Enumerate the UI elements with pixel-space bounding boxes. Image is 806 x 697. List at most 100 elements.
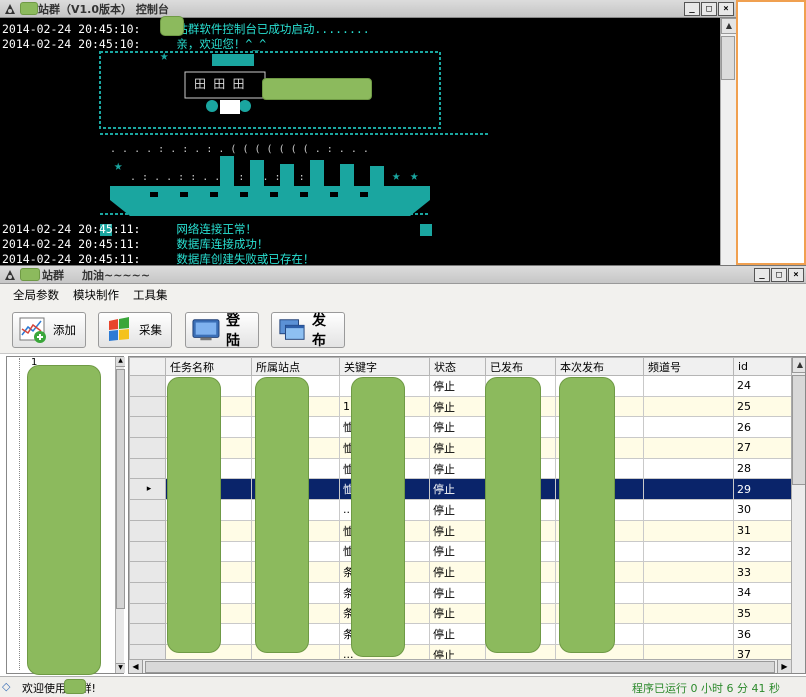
row-header[interactable] — [129, 395, 166, 418]
collect-button[interactable]: 采集 — [98, 312, 172, 348]
scroll-up-arrow-icon[interactable]: ▲ — [116, 357, 125, 367]
grid-vertical-scrollbar[interactable]: ▲ — [791, 357, 805, 673]
table-row[interactable]: ... 停止 30 — [129, 499, 792, 521]
column-header[interactable]: 关键字 — [339, 357, 430, 376]
scroll-down-arrow-icon[interactable]: ▼ — [116, 663, 125, 673]
row-header[interactable] — [129, 416, 166, 439]
scroll-thumb[interactable] — [116, 369, 125, 609]
cell-id[interactable]: 24 — [733, 375, 792, 397]
table-row[interactable]: 恤...停止27 — [129, 437, 792, 459]
cell-status[interactable]: 停止 — [429, 499, 486, 521]
add-button[interactable]: 添加 — [12, 312, 86, 348]
cell-id[interactable]: 30 — [733, 499, 792, 521]
login-button[interactable]: 登陆 — [185, 312, 259, 349]
task-tree-panel[interactable]: 1 ▲ ▼ — [6, 356, 125, 675]
cell-channel[interactable] — [643, 457, 734, 480]
row-header[interactable] — [129, 499, 166, 521]
cell-id[interactable]: 34 — [733, 581, 792, 604]
minimize-button[interactable]: _ — [754, 267, 770, 282]
column-header[interactable]: 已发布 — [485, 357, 556, 376]
cell-status[interactable]: 停止 — [429, 457, 486, 480]
row-header[interactable] — [129, 540, 166, 563]
column-header[interactable]: 本次发布 — [555, 357, 644, 376]
cell-id[interactable]: 26 — [733, 416, 792, 439]
maximize-button[interactable]: □ — [771, 267, 787, 282]
cell-status[interactable]: 停止 — [429, 623, 486, 645]
publish-button[interactable]: 发布 — [271, 312, 345, 349]
cell-status[interactable]: 停止 — [429, 581, 486, 604]
row-header[interactable] — [129, 561, 166, 583]
row-header[interactable] — [129, 375, 166, 397]
cell-status[interactable]: 停止 — [429, 540, 486, 563]
cell-status[interactable]: 停止 — [429, 561, 486, 583]
cell-channel[interactable] — [643, 623, 734, 645]
column-header[interactable]: 所属站点 — [251, 357, 340, 376]
cell-id[interactable]: 25 — [733, 395, 792, 418]
scroll-up-arrow-icon[interactable]: ▲ — [792, 357, 805, 373]
table-row[interactable]: 1 4...停止25 — [129, 395, 792, 418]
cell-status[interactable]: 停止 — [429, 437, 486, 459]
cell-id[interactable]: 29 — [733, 478, 792, 501]
cell-channel[interactable] — [643, 581, 734, 604]
cell-channel[interactable] — [643, 416, 734, 439]
menu-global-params[interactable]: 全局参数 — [6, 284, 66, 306]
cell-status[interactable]: 停止 — [429, 375, 486, 397]
table-row[interactable]: ▸恤...停止29 — [129, 478, 792, 501]
cell-channel[interactable] — [643, 602, 734, 625]
table-row[interactable]: 条...停止33 — [129, 561, 792, 583]
cell-id[interactable]: 36 — [733, 623, 792, 645]
table-row[interactable]: 恤...停止26 — [129, 416, 792, 439]
cell-channel[interactable] — [643, 478, 734, 501]
column-header[interactable]: id — [733, 357, 792, 376]
cell-status[interactable]: 停止 — [429, 519, 486, 542]
cell-channel[interactable] — [643, 540, 734, 563]
tree-scrollbar[interactable]: ▲ ▼ — [115, 357, 125, 673]
maximize-button[interactable]: □ — [701, 1, 717, 16]
close-button[interactable]: × — [718, 1, 734, 16]
table-row[interactable]: 恤...停止32 — [129, 540, 792, 563]
cell-id[interactable]: 35 — [733, 602, 792, 625]
grid-horizontal-scrollbar[interactable]: ◀ ▶ — [129, 659, 791, 673]
cell-status[interactable]: 停止 — [429, 602, 486, 625]
cell-id[interactable]: 33 — [733, 561, 792, 583]
column-header[interactable]: 频道号 — [643, 357, 734, 376]
cell-channel[interactable] — [643, 437, 734, 459]
row-header[interactable] — [129, 602, 166, 625]
cell-status[interactable]: 停止 — [429, 395, 486, 418]
cell-channel[interactable] — [643, 395, 734, 418]
table-row[interactable]: 恤...停止31 — [129, 519, 792, 542]
row-header[interactable] — [129, 581, 166, 604]
table-row[interactable]: 恤...停止28 — [129, 457, 792, 480]
row-header[interactable]: ▸ — [129, 478, 166, 501]
cell-channel[interactable] — [643, 561, 734, 583]
cell-status[interactable]: 停止 — [429, 416, 486, 439]
row-header[interactable] — [129, 623, 166, 645]
scroll-thumb[interactable] — [792, 375, 805, 485]
close-button[interactable]: × — [788, 267, 804, 282]
table-row[interactable]: 条...停止35 — [129, 602, 792, 625]
table-row[interactable]: 条...停止34 — [129, 581, 792, 604]
scroll-left-arrow-icon[interactable]: ◀ — [129, 660, 143, 673]
cell-channel[interactable] — [643, 519, 734, 542]
cell-status[interactable]: 停止 — [429, 478, 486, 501]
scroll-thumb[interactable] — [145, 661, 775, 673]
table-row[interactable]: 条...停止36 — [129, 623, 792, 645]
menu-tools[interactable]: 工具集 — [126, 284, 175, 306]
cell-channel[interactable] — [643, 375, 734, 397]
row-header[interactable] — [129, 457, 166, 480]
table-row[interactable]: 停止 24 — [129, 375, 792, 397]
console-scrollbar[interactable]: ▲ — [720, 18, 737, 265]
cell-id[interactable]: 27 — [733, 437, 792, 459]
scroll-up-arrow-icon[interactable]: ▲ — [721, 18, 737, 34]
menu-module-make[interactable]: 模块制作 — [66, 284, 126, 306]
cell-id[interactable]: 32 — [733, 540, 792, 563]
scroll-right-arrow-icon[interactable]: ▶ — [777, 660, 791, 673]
column-header[interactable]: 任务名称 — [165, 357, 252, 376]
cell-id[interactable]: 31 — [733, 519, 792, 542]
task-grid[interactable]: 任务名称 所属站点 关键字 状态 已发布 本次发布 频道号 id 停止241 4… — [128, 356, 806, 674]
minimize-button[interactable]: _ — [684, 1, 700, 16]
cell-id[interactable]: 28 — [733, 457, 792, 480]
cell-channel[interactable] — [643, 499, 734, 521]
row-header[interactable] — [129, 519, 166, 542]
column-header[interactable]: 状态 — [429, 357, 486, 376]
